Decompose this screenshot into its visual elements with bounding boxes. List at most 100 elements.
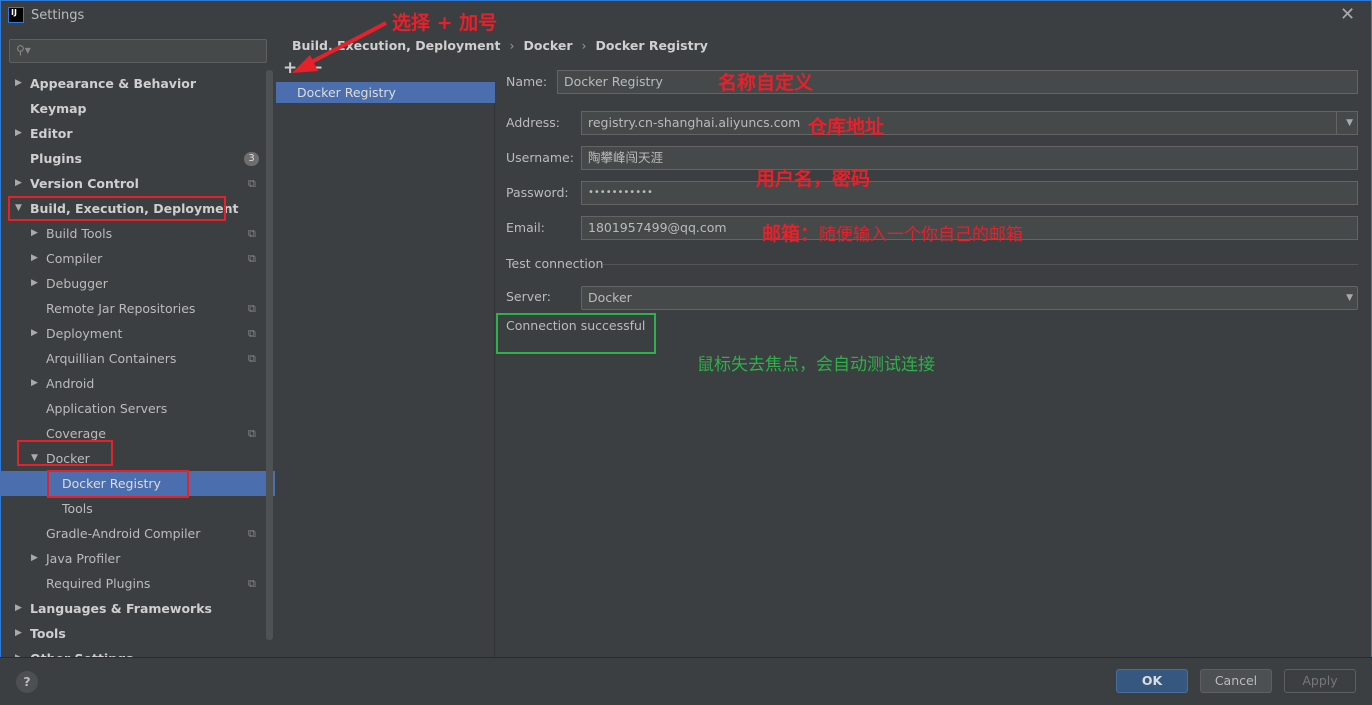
sidebar-item-label: Version Control — [30, 176, 139, 191]
project-scope-icon: ⧉ — [248, 177, 256, 190]
expand-arrow-icon[interactable]: ▶ — [15, 171, 22, 196]
project-scope-icon: ⧉ — [248, 252, 256, 265]
expand-arrow-icon[interactable]: ▶ — [31, 271, 38, 296]
sidebar-item-label: Languages & Frameworks — [30, 601, 212, 616]
expand-arrow-icon[interactable]: ▶ — [15, 71, 22, 96]
sidebar-item[interactable]: ▶ Deployment ⧉ — [0, 321, 275, 346]
sidebar-item[interactable]: Remote Jar Repositories ⧉ — [0, 296, 275, 321]
count-badge: 3 — [244, 152, 259, 166]
server-label: Server: — [506, 289, 551, 304]
project-scope-icon: ⧉ — [248, 302, 256, 315]
email-label: Email: — [506, 220, 545, 235]
apply-button[interactable]: Apply — [1284, 669, 1356, 693]
sidebar-item[interactable]: ▶ Android — [0, 371, 275, 396]
sidebar-item-label: Gradle-Android Compiler — [46, 526, 201, 541]
sidebar-item-label: Appearance & Behavior — [30, 76, 196, 91]
expand-arrow-icon[interactable]: ▶ — [31, 321, 38, 346]
sidebar-item[interactable]: Required Plugins ⧉ — [0, 571, 275, 596]
sidebar-item[interactable]: Gradle-Android Compiler ⧉ — [0, 521, 275, 546]
sidebar-item[interactable]: ▶ Appearance & Behavior — [0, 71, 275, 96]
sidebar-item-label: Deployment — [46, 326, 123, 341]
project-scope-icon: ⧉ — [248, 227, 256, 240]
breadcrumb-separator: › — [581, 38, 587, 53]
search-icon: ⚲▾ — [16, 43, 31, 57]
sidebar-item[interactable]: Tools — [0, 496, 275, 521]
highlight-box — [496, 313, 656, 354]
sidebar-item[interactable]: Arquillian Containers ⧉ — [0, 346, 275, 371]
sidebar-item-label: Build Tools — [46, 226, 113, 241]
test-connection-heading: Test connection — [506, 256, 604, 271]
annotation-arrow — [292, 21, 387, 73]
sidebar-item[interactable]: ▶ Java Profiler — [0, 546, 275, 571]
project-scope-icon: ⧉ — [248, 427, 256, 440]
sidebar-item[interactable]: Keymap — [0, 96, 275, 121]
sidebar-item-label: Plugins — [30, 151, 82, 166]
sidebar-item-label: Arquillian Containers — [46, 351, 177, 366]
address-label: Address: — [506, 115, 560, 130]
footer-divider — [0, 657, 1372, 658]
annotation-focus: 鼠标失去焦点，会自动测试连接 — [697, 355, 935, 375]
registry-list-item[interactable]: Docker Registry — [276, 82, 495, 103]
breadcrumb-separator: › — [509, 38, 515, 53]
name-label: Name: — [506, 74, 548, 89]
sidebar-item-label: Application Servers — [46, 401, 168, 416]
sidebar-item-label: Debugger — [46, 276, 108, 291]
sidebar-item-label: Tools — [62, 501, 93, 516]
expand-arrow-icon[interactable]: ▶ — [15, 621, 22, 646]
expand-arrow-icon[interactable]: ▶ — [31, 371, 38, 396]
sidebar-item-label: Editor — [30, 126, 73, 141]
expand-arrow-icon[interactable]: ▶ — [31, 546, 38, 571]
sidebar-item-label: Tools — [30, 626, 66, 641]
sidebar-item[interactable]: ▶ Version Control ⧉ — [0, 171, 275, 196]
sidebar-item[interactable]: Application Servers — [0, 396, 275, 421]
annotation-credentials: 用户名，密码 — [756, 168, 871, 190]
username-input[interactable]: 陶攀峰闯天涯 — [581, 146, 1358, 170]
annotation-name: 名称自定义 — [718, 72, 814, 94]
sidebar-item-label: Android — [46, 376, 95, 391]
project-scope-icon: ⧉ — [248, 352, 256, 365]
server-value: Docker — [588, 290, 632, 305]
name-input[interactable]: Docker Registry — [557, 70, 1358, 94]
sidebar-item[interactable]: ▶ Languages & Frameworks — [0, 596, 275, 621]
window-title: Settings — [31, 8, 85, 23]
address-combobox[interactable]: registry.cn-shanghai.aliyuncs.com ▼ — [581, 111, 1358, 135]
username-label: Username: — [506, 150, 574, 165]
password-label: Password: — [506, 185, 569, 200]
help-button[interactable]: ? — [16, 671, 38, 693]
sidebar-item-label: Remote Jar Repositories — [46, 301, 196, 316]
annotation-email: 邮箱：随便输入一个你自己的邮箱 — [762, 223, 1024, 245]
sidebar-scrollbar[interactable] — [266, 70, 273, 640]
close-icon[interactable]: ✕ — [1340, 4, 1355, 25]
address-value: registry.cn-shanghai.aliyuncs.com — [588, 115, 801, 130]
sidebar-item[interactable]: ▶ Build Tools ⧉ — [0, 221, 275, 246]
highlight-box — [8, 196, 226, 221]
project-scope-icon: ⧉ — [248, 527, 256, 540]
chevron-down-icon: ▼ — [1346, 293, 1353, 303]
annotation-add: 选择 + 加号 — [392, 12, 498, 34]
sidebar-item[interactable]: ▶ Tools — [0, 621, 275, 646]
chevron-down-icon[interactable]: ▼ — [1346, 112, 1353, 134]
section-divider — [603, 264, 1358, 265]
breadcrumb-item[interactable]: Docker — [523, 38, 572, 53]
search-input[interactable]: ⚲▾ — [9, 39, 267, 63]
server-select[interactable]: Docker ▼ — [581, 286, 1358, 310]
sidebar-item-label: Compiler — [46, 251, 103, 266]
cancel-button[interactable]: Cancel — [1200, 669, 1272, 693]
password-input[interactable]: ••••••••••• — [581, 181, 1358, 205]
sidebar-item[interactable]: ▶ Editor — [0, 121, 275, 146]
ok-button[interactable]: OK — [1116, 669, 1188, 693]
expand-arrow-icon[interactable]: ▶ — [31, 221, 38, 246]
expand-arrow-icon[interactable]: ▶ — [31, 246, 38, 271]
highlight-box — [47, 470, 189, 498]
highlight-box — [17, 440, 113, 466]
sidebar-item[interactable]: ▶ Compiler ⧉ — [0, 246, 275, 271]
expand-arrow-icon[interactable]: ▶ — [15, 596, 22, 621]
sidebar-item[interactable]: ▶ Debugger — [0, 271, 275, 296]
sidebar-item-label: Keymap — [30, 101, 87, 116]
annotation-address: 仓库地址 — [808, 116, 885, 138]
intellij-logo: IJ — [8, 7, 24, 23]
registry-list — [276, 82, 495, 657]
sidebar-item[interactable]: Plugins 3 — [0, 146, 275, 171]
project-scope-icon: ⧉ — [248, 327, 256, 340]
expand-arrow-icon[interactable]: ▶ — [15, 121, 22, 146]
